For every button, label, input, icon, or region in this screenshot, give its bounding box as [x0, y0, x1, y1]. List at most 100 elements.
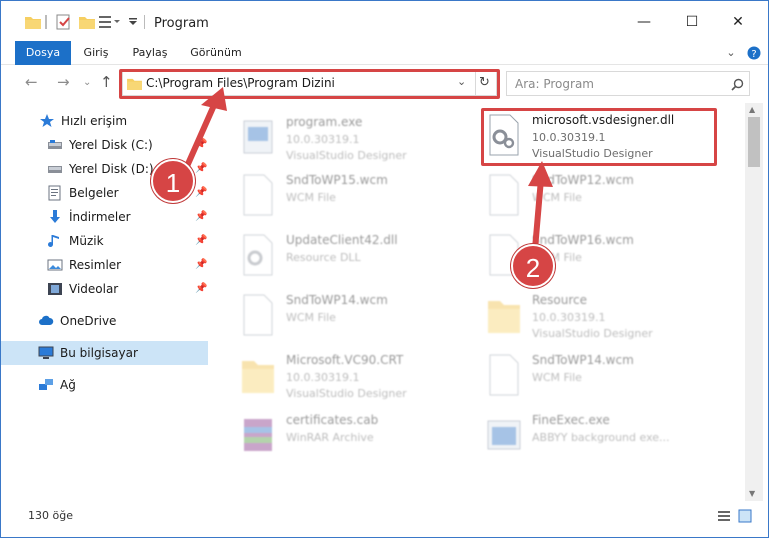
sidebar-item-pictures[interactable]: Resimler 📌 [1, 253, 208, 277]
pictures-icon [47, 259, 63, 271]
sidebar-item-label: Videolar [69, 282, 119, 296]
address-bar[interactable]: C:\Program Files\Program Dizini ⌄ ↻ [122, 71, 497, 96]
file-name: SndToWP12.wcm [532, 173, 634, 187]
sidebar-item-drive-c[interactable]: Yerel Disk (C:) 📌 [1, 133, 208, 157]
pin-icon[interactable]: 📌 [195, 277, 207, 301]
file-name: SndToWP16.wcm [532, 233, 634, 247]
details-view-icon[interactable] [717, 509, 731, 523]
sidebar-item-label: Hızlı erişim [61, 114, 128, 128]
file-detail: VisualStudio Designer [532, 327, 653, 340]
video-icon [48, 283, 62, 295]
sidebar-item-label: İndirmeler [69, 210, 131, 224]
computer-icon [38, 346, 54, 359]
sidebar-item-videos[interactable]: Videolar 📌 [1, 277, 208, 301]
pin-icon[interactable]: 📌 [195, 205, 207, 229]
tab-view[interactable]: Görünüm [185, 41, 247, 65]
sidebar-item-quick-access[interactable]: Hızlı erişim [1, 109, 208, 133]
folder-icon [25, 13, 41, 31]
file-name: Resource [532, 293, 588, 307]
file-item[interactable]: certificates.cab WinRAR Archive [238, 409, 478, 465]
file-item[interactable]: Microsoft.VC90.CRT 10.0.30319.1 VisualSt… [238, 349, 478, 405]
search-box[interactable]: Ara: Program [506, 71, 750, 96]
exe-file-icon [487, 420, 521, 450]
sidebar-item-music[interactable]: Müzik 📌 [1, 229, 208, 253]
title-bar: Program — ☐ ✕ [1, 1, 768, 41]
vertical-scrollbar[interactable]: ▲ ▼ [745, 103, 763, 501]
file-item[interactable]: Resource 10.0.30319.1 VisualStudio Desig… [484, 289, 724, 345]
dll-file-icon [489, 114, 519, 156]
file-item[interactable]: UpdateClient42.dll Resource DLL [238, 229, 478, 285]
tab-share[interactable]: Paylaş [125, 41, 175, 65]
properties-icon[interactable] [56, 13, 72, 31]
minimize-button[interactable]: — [629, 11, 659, 33]
step-badge-2: 2 [511, 244, 555, 288]
file-item[interactable]: SndToWP12.wcm WCM File [484, 169, 724, 225]
file-detail: VisualStudio Designer [286, 387, 407, 400]
scroll-up-icon[interactable]: ▲ [749, 105, 755, 114]
close-button[interactable]: ✕ [723, 11, 753, 33]
file-detail: VisualStudio Designer [286, 149, 407, 162]
address-dropdown-icon[interactable]: ⌄ [457, 75, 466, 88]
file-detail: VisualStudio Designer [532, 147, 653, 160]
pin-icon[interactable]: 📌 [195, 181, 207, 205]
status-bar: 130 öğe [1, 501, 768, 537]
file-item[interactable]: FineExec.exe ABBYY background exe... [484, 409, 724, 465]
folder-icon [127, 78, 142, 90]
file-icon [489, 174, 519, 216]
item-count: 130 öğe [28, 509, 73, 522]
file-name: SndToWP15.wcm [286, 173, 388, 187]
tab-home[interactable]: Giriş [76, 41, 116, 65]
scroll-down-icon[interactable]: ▼ [749, 489, 755, 498]
folder-icon [488, 301, 520, 333]
file-name: SndToWP14.wcm [286, 293, 388, 307]
file-item[interactable]: program.exe 10.0.30319.1 VisualStudio De… [238, 111, 478, 167]
explorer-window: Program — ☐ ✕ Dosya Giriş Paylaş Görünüm… [0, 0, 769, 538]
sidebar-item-label: Yerel Disk (D:) [69, 162, 154, 176]
archive-file-icon [244, 419, 272, 451]
file-detail: 10.0.30319.1 [286, 371, 360, 384]
maximize-button[interactable]: ☐ [677, 11, 707, 33]
download-icon [50, 210, 60, 223]
ribbon-tabs: Dosya Giriş Paylaş Görünüm ⌄ ? [1, 41, 768, 97]
file-detail: WCM File [532, 191, 582, 204]
pin-icon[interactable]: 📌 [195, 157, 207, 181]
pin-icon[interactable]: 📌 [195, 229, 207, 253]
forward-arrow-icon[interactable]: → [57, 73, 70, 91]
file-detail: Resource DLL [286, 251, 361, 264]
network-icon [39, 379, 53, 390]
recent-locations-icon[interactable]: ⌄ [83, 77, 91, 88]
search-icon[interactable] [731, 78, 744, 91]
file-item[interactable]: SndToWP14.wcm WCM File [238, 289, 478, 345]
address-path[interactable]: C:\Program Files\Program Dizini [146, 76, 335, 90]
sidebar-item-this-pc[interactable]: Bu bilgisayar [1, 341, 208, 365]
file-name: Microsoft.VC90.CRT [286, 353, 404, 367]
file-detail: WCM File [286, 191, 336, 204]
file-list: program.exe 10.0.30319.1 VisualStudio De… [212, 103, 745, 501]
file-name: UpdateClient42.dll [286, 233, 398, 247]
sidebar-item-downloads[interactable]: İndirmeler 📌 [1, 205, 208, 229]
sidebar-item-network[interactable]: Ağ [1, 373, 208, 397]
sidebar-item-label: OneDrive [60, 314, 117, 328]
expand-ribbon-icon[interactable]: ⌄ [721, 41, 741, 65]
file-detail: 10.0.30319.1 [532, 131, 606, 144]
back-arrow-icon[interactable]: ← [25, 73, 38, 91]
tiles-view-icon[interactable] [738, 509, 752, 523]
search-placeholder[interactable]: Ara: Program [515, 77, 594, 91]
customize-toolbar-icon[interactable] [128, 13, 138, 31]
pin-icon[interactable]: 📌 [195, 133, 207, 157]
view-options-icon[interactable] [99, 13, 121, 31]
file-name: program.exe [286, 115, 363, 129]
help-icon[interactable]: ? [745, 41, 763, 65]
new-folder-icon[interactable] [79, 13, 95, 31]
file-item-target[interactable]: microsoft.vsdesigner.dll 10.0.30319.1 Vi… [484, 109, 724, 165]
file-name: SndToWP14.wcm [532, 353, 634, 367]
pin-icon[interactable]: 📌 [195, 253, 207, 277]
refresh-icon[interactable]: ↻ [479, 75, 490, 90]
up-arrow-icon[interactable]: ↑ [100, 73, 113, 91]
sidebar-item-label: Belgeler [69, 186, 119, 200]
scrollbar-thumb[interactable] [748, 117, 760, 167]
file-item[interactable]: SndToWP14.wcm WCM File [484, 349, 724, 405]
file-item[interactable]: SndToWP15.wcm WCM File [238, 169, 478, 225]
sidebar-item-onedrive[interactable]: OneDrive [1, 309, 208, 333]
file-name: microsoft.vsdesigner.dll [532, 113, 675, 127]
